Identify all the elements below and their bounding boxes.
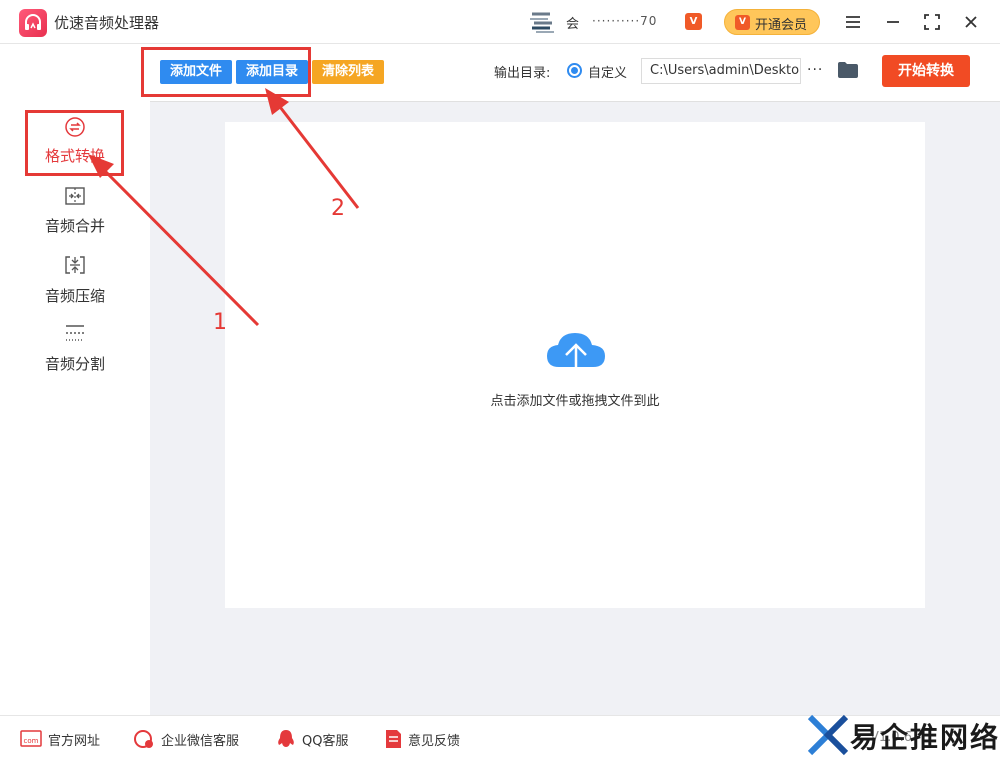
annotation-highlight-toolbar: [141, 47, 311, 97]
wechat-icon: [134, 730, 153, 748]
svg-text:com: com: [24, 737, 39, 745]
audio-split-icon: [64, 322, 86, 344]
user-name: 会: [566, 17, 580, 32]
open-vip-button[interactable]: V 开通会员: [724, 9, 820, 35]
qq-service-link[interactable]: QQ客服: [275, 729, 355, 749]
sidebar-item-label: 音频分割: [44, 355, 105, 373]
annotation-step-1: 1: [213, 310, 227, 335]
browse-more-button[interactable]: ···: [807, 62, 823, 78]
output-path-field[interactable]: C:\Users\admin\Deskto: [641, 58, 801, 84]
custom-output-radio-label: 自定义: [588, 66, 628, 81]
qq-icon: [278, 730, 294, 747]
vip-badge-icon: V: [685, 13, 702, 30]
menu-icon[interactable]: [841, 10, 865, 34]
clear-list-button[interactable]: 清除列表: [312, 60, 384, 84]
sidebar-item-audio-split[interactable]: 音频分割: [0, 322, 150, 378]
feedback-icon: [386, 730, 401, 748]
custom-output-radio[interactable]: [567, 63, 582, 78]
sidebar-item-label: 音频合并: [44, 217, 105, 235]
open-vip-label: 开通会员: [755, 18, 808, 33]
sidebar-item-audio-merge[interactable]: 音频合并: [0, 183, 150, 239]
app-title: 优速音频处理器: [54, 14, 160, 32]
annotation-step-2: 2: [331, 196, 345, 221]
cloud-upload-icon[interactable]: [545, 327, 607, 383]
maximize-icon[interactable]: [920, 10, 944, 34]
watermark-text: 易企推网络: [850, 721, 1000, 754]
drop-hint-text: 点击添加文件或拖拽文件到此: [490, 394, 660, 409]
audio-merge-icon: [64, 185, 86, 207]
app-logo-icon: [19, 9, 47, 37]
audio-compress-icon: [64, 254, 86, 276]
annotation-highlight-sidebar: [25, 110, 124, 176]
wechat-service-link[interactable]: 企业微信客服: [133, 729, 253, 749]
website-link[interactable]: com 官方网址: [20, 729, 110, 749]
user-avatar-icon[interactable]: [528, 10, 556, 34]
close-icon[interactable]: [959, 10, 983, 34]
minimize-icon[interactable]: [881, 10, 905, 34]
start-convert-button[interactable]: 开始转换: [882, 55, 970, 87]
title-bar: 优速音频处理器 会 ··········70 V V 开通会员: [0, 0, 1000, 44]
feedback-link[interactable]: 意见反馈: [383, 729, 473, 749]
open-folder-icon[interactable]: [837, 61, 859, 79]
website-icon: com: [20, 730, 42, 747]
sidebar-item-audio-compress[interactable]: 音频压缩: [0, 253, 150, 309]
user-id: ··········70: [592, 14, 658, 28]
output-dir-label: 输出目录:: [494, 66, 551, 81]
sidebar-item-label: 音频压缩: [44, 287, 105, 305]
vip-icon: V: [735, 15, 750, 30]
